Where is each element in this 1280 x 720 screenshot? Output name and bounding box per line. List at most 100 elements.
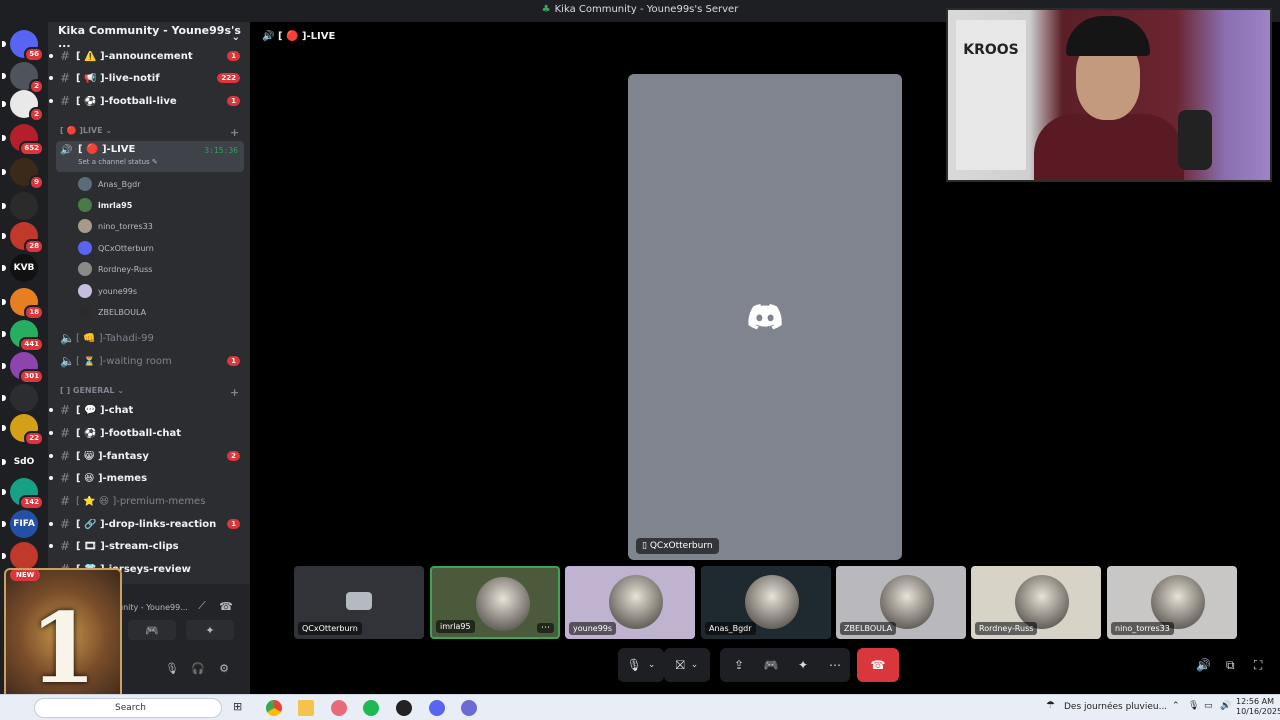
participant-tile[interactable]: imrla95 ⋯ [430, 566, 560, 639]
participant-name: nino_torres33 [1111, 622, 1174, 635]
gear-icon[interactable]: ⚙ [212, 658, 236, 678]
channel-fantasy[interactable]: # [ 😸 ]-fantasy 2 [49, 446, 244, 466]
mic-icon[interactable]: 🎙 [1188, 701, 1199, 711]
popout-icon[interactable]: ⧉ [1226, 658, 1235, 673]
voice-user[interactable]: Anas_Bgdr [78, 175, 141, 193]
volume-icon[interactable]: 🔊 [1220, 701, 1231, 711]
mention-badge: 2 [29, 107, 44, 122]
fullscreen-icon[interactable]: ⛶ [1254, 658, 1262, 673]
voice-channel-waiting-room[interactable]: 🔈[ ⏳ ]-waiting room 1 [56, 351, 244, 371]
channel-memes[interactable]: # [ 😆 ]-memes [49, 468, 244, 488]
chevron-up-icon[interactable]: ⌃ [1172, 701, 1180, 711]
voice-signal-icon[interactable]: ⟋ [190, 596, 214, 616]
app-icon[interactable] [461, 700, 477, 716]
channel-football-live[interactable]: # [ ⚽ ]-football-live 1 [49, 91, 244, 111]
voice-channel-live[interactable]: 🔊 [ 🔴 ]-LIVE Set a channel status ✎ 3:15… [56, 141, 244, 172]
unread-pip [2, 553, 6, 559]
channel-premium-memes[interactable]: # [ ⭐ 😆 ]-premium-memes [56, 491, 244, 511]
add-channel-icon[interactable]: + [230, 126, 239, 139]
server-icon[interactable]: 441 [2, 320, 44, 352]
server-icon[interactable]: 301 [2, 352, 44, 384]
more-icon[interactable]: ⋯ [822, 648, 848, 682]
headphones-icon[interactable]: 🎧 [186, 658, 210, 678]
mention-badge: 9 [29, 175, 44, 190]
promo-number: 1 [29, 592, 97, 705]
server-icon[interactable]: 142 [2, 478, 44, 510]
activities-button[interactable]: 🎮 [128, 620, 176, 640]
unread-pip [2, 425, 6, 431]
mic-button[interactable]: 🎙 ⌄ [618, 648, 664, 682]
weather-text[interactable]: Des journées pluvieu... [1064, 702, 1167, 712]
server-icon[interactable]: 9 [2, 158, 44, 190]
participant-tile[interactable]: youne99s [565, 566, 695, 639]
server-icon[interactable]: 28 [2, 222, 44, 254]
server-icon[interactable]: 2 [2, 62, 44, 94]
server-icon[interactable]: 18 [2, 288, 44, 320]
server-icon[interactable] [2, 384, 38, 412]
participant-tile[interactable]: Anas_Bgdr [701, 566, 831, 639]
mention-badge: 28 [24, 239, 44, 254]
mic-icon[interactable]: 🎙 [160, 658, 184, 678]
category-general[interactable]: [ ] GENERAL ⌄ + [60, 386, 239, 399]
server-icon[interactable]: FIFA [2, 510, 38, 538]
spotify-icon[interactable] [363, 700, 379, 716]
camera-button[interactable]: ⛝ ⌄ [664, 648, 710, 682]
gamepad-icon[interactable]: 🎮 [758, 648, 784, 682]
server-icon[interactable]: KVB [2, 254, 38, 282]
focused-video[interactable]: ▯ QCxOtterburn [628, 74, 902, 560]
chevron-down-icon[interactable]: ⌄ [691, 660, 699, 670]
server-icon[interactable] [2, 542, 38, 570]
voice-user[interactable]: ZBELBOULA [78, 303, 146, 321]
add-channel-icon[interactable]: + [230, 386, 239, 399]
screen-share-icon[interactable]: ⇪ [726, 648, 752, 682]
voice-user[interactable]: QCxOtterburn [78, 239, 154, 257]
chevron-down-icon[interactable]: ⌄ [648, 660, 656, 670]
participant-tile[interactable]: ZBELBOULA [836, 566, 966, 639]
channel-live-notif[interactable]: # [ 📢 ]-live-notif 222 [49, 68, 244, 88]
server-icon[interactable] [2, 192, 38, 220]
avatar [1015, 575, 1069, 629]
stage-header-text: [ 🔴 ]-LIVE [277, 31, 336, 42]
voice-user[interactable]: Rordney-Russ [78, 260, 152, 278]
voice-user[interactable]: imrla95 [78, 196, 132, 214]
mention-badge: 441 [19, 337, 44, 352]
soundboard-button[interactable]: ✦ [186, 620, 234, 640]
weather-icon[interactable]: ☂ [1046, 700, 1055, 711]
channel-status[interactable]: Set a channel status ✎ [78, 158, 158, 166]
participant-tile[interactable]: nino_torres33 [1107, 566, 1237, 639]
voice-channel-tahadi[interactable]: 🔈[ 👊 ]-Tahadi-99 [56, 328, 244, 348]
taskbar-search[interactable]: Search [34, 698, 222, 718]
participant-tile[interactable]: QCxOtterburn [294, 566, 424, 639]
soundboard-icon[interactable]: ✦ [790, 648, 816, 682]
category-live[interactable]: [ 🔴 ]LIVE ⌄ + [60, 126, 239, 139]
server-icon[interactable]: 2 [2, 90, 44, 122]
server-icon[interactable]: 652 [2, 124, 44, 156]
server-icon[interactable]: 22 [2, 414, 44, 446]
obs-icon[interactable] [396, 700, 412, 716]
voice-user[interactable]: nino_torres33 [78, 217, 153, 235]
channel-announcement[interactable]: # [ ⚠️ ]-announcement 1 [49, 46, 244, 66]
channel-status-text: Set a channel status [78, 158, 150, 166]
volume-icon[interactable]: 🔊 [1196, 658, 1211, 672]
network-icon[interactable]: ▭ [1204, 701, 1213, 711]
clock-date: 10/16/2025 [1236, 707, 1280, 716]
channel-football-chat[interactable]: # [ ⚽ ]-football-chat [49, 423, 244, 443]
disconnect-button[interactable]: ☎ [857, 648, 899, 682]
chrome-icon[interactable] [266, 700, 282, 716]
server-icon[interactable]: SdO [2, 448, 38, 476]
channel-stream-clips[interactable]: # [ 🎞 ]-stream-clips [49, 536, 244, 556]
discord-icon[interactable] [429, 700, 445, 716]
server-icon[interactable]: 56 [2, 30, 44, 62]
channel-drop-links-reaction[interactable]: # [ 🔗 ]-drop-links-reaction 1 [49, 514, 244, 534]
chevron-down-icon[interactable]: ⌄ [232, 32, 240, 43]
clock[interactable]: 12:56 AM 10/16/2025 [1236, 697, 1280, 717]
channel-chat[interactable]: # [ 💬 ]-chat [49, 400, 244, 420]
participant-tile[interactable]: Rordney-Russ [971, 566, 1101, 639]
disconnect-icon[interactable]: ☎ [214, 596, 238, 616]
voice-user[interactable]: youne99s [78, 282, 137, 300]
task-view-icon[interactable]: ⊞ [233, 700, 249, 716]
app-icon[interactable] [331, 700, 347, 716]
file-explorer-icon[interactable] [298, 700, 314, 716]
more-icon[interactable]: ⋯ [537, 623, 554, 633]
mention-badge: 22 [24, 431, 44, 446]
